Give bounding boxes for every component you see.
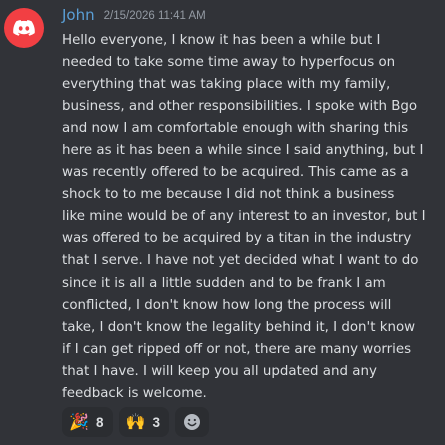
message-line: take, I don't know the legality behind i… — [62, 319, 416, 335]
message-line: was offered to be acquired by a titan in… — [62, 231, 412, 247]
message-line: needed to take some time away to hyperfo… — [62, 55, 396, 71]
reaction-party-popper[interactable]: 🎉 8 — [62, 407, 113, 437]
add-reaction-button[interactable] — [175, 407, 210, 437]
message-line: feedback is welcome. — [62, 385, 207, 401]
message-line: conflicted, I don't know how long the pr… — [62, 297, 392, 313]
message-line: that I have. I will keep you all updated… — [62, 363, 377, 379]
avatar[interactable] — [4, 8, 44, 48]
party-popper-icon: 🎉 — [69, 412, 89, 431]
message-line: Hello everyone, I know it has been a whi… — [62, 33, 381, 48]
reaction-count: 3 — [152, 414, 161, 430]
username[interactable]: John — [62, 6, 95, 24]
message-line: that I serve. I have not yet decided wha… — [62, 253, 419, 269]
message-line: since it is all a little sudden and to b… — [62, 275, 386, 291]
discord-logo-icon — [13, 20, 35, 36]
message-content: Hello everyone, I know it has been a whi… — [62, 30, 436, 405]
raising-hands-icon: 🙌 — [125, 412, 146, 431]
message-line: was recently offered to be acquired. Thi… — [62, 165, 409, 181]
message-line: shock to to me because I did not think a… — [62, 187, 395, 203]
message-line: like mine would be of any interest to an… — [62, 209, 426, 225]
message-header: John 2/15/2026 11:41 AM — [62, 6, 206, 24]
message-line: everything that was taking place with my… — [62, 77, 391, 93]
reactions-bar: 🎉 8 🙌 3 — [62, 407, 210, 437]
add-reaction-smiley-icon — [184, 414, 201, 430]
message-line: if I can get ripped off or not, there ar… — [62, 341, 412, 357]
timestamp[interactable]: 2/15/2026 11:41 AM — [104, 10, 206, 22]
chat-message: John 2/15/2026 11:41 AM Hello everyone, … — [0, 0, 445, 445]
reaction-count: 8 — [96, 414, 104, 430]
message-line: business, and other responsibilities. I … — [62, 99, 418, 115]
reaction-raising-hands[interactable]: 🙌 3 — [118, 407, 170, 437]
message-line: here as it has been a while since I said… — [62, 143, 424, 159]
message-line: and now I am comfortable enough with sha… — [62, 121, 409, 137]
